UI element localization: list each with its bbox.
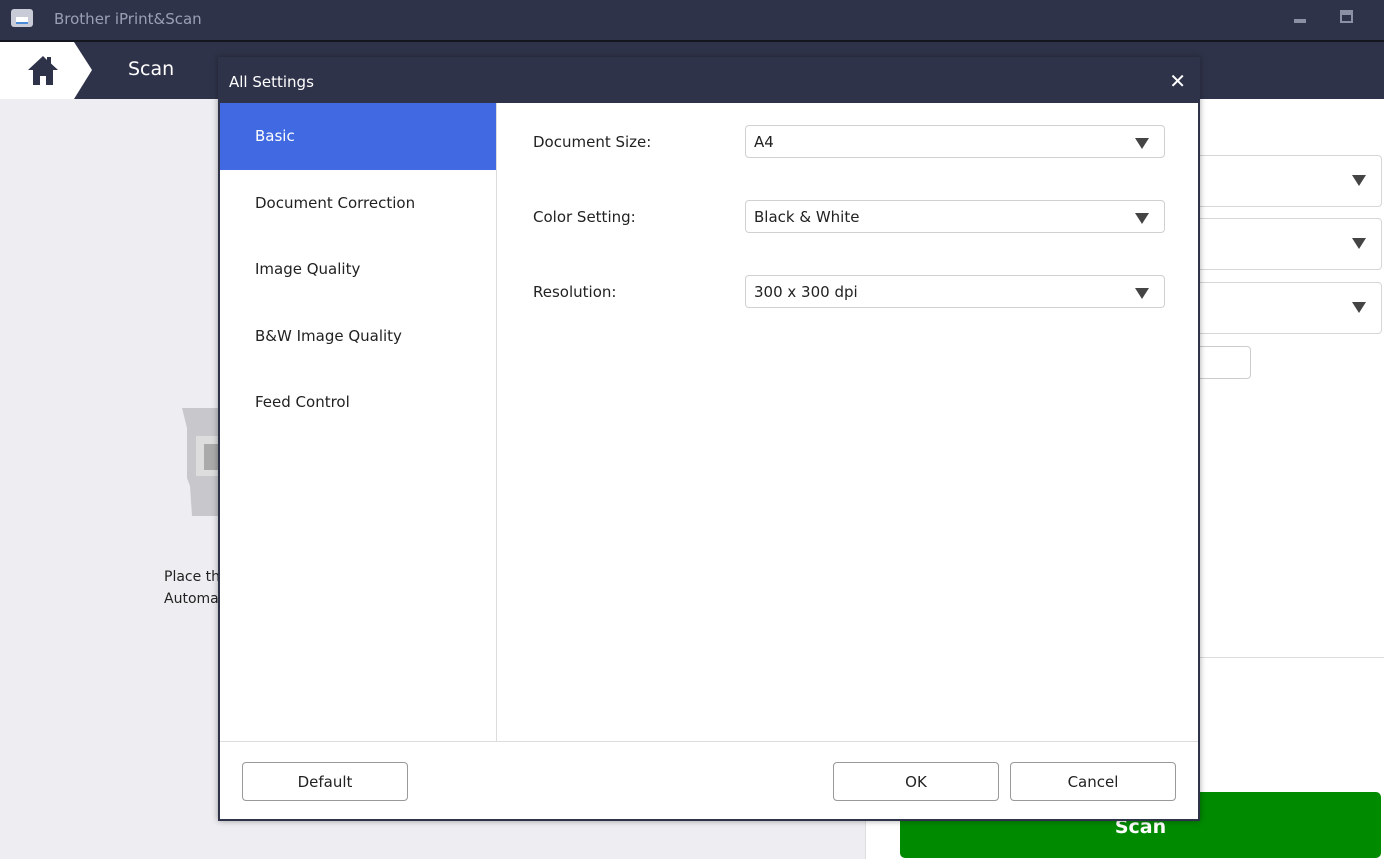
nav-item-basic[interactable]: Basic [220,103,496,170]
chevron-down-icon [1135,213,1149,224]
nav-item-feed-control[interactable]: Feed Control [220,369,496,436]
dialog-title: All Settings [220,59,1198,103]
color-setting-label: Color Setting: [533,208,636,226]
resolution-select[interactable]: 300 x 300 dpi [745,275,1165,308]
section-title: Scan [128,58,175,80]
home-icon [28,56,58,85]
document-size-select[interactable]: A4 [745,125,1165,158]
cancel-button[interactable]: Cancel [1010,762,1176,801]
home-button[interactable] [0,42,92,99]
settings-nav: Basic Document Correction Image Quality … [220,103,497,741]
chevron-down-icon [1352,238,1366,249]
title-bar: Brother iPrint&Scan [0,0,1384,40]
nav-item-document-correction[interactable]: Document Correction [220,170,496,237]
color-setting-select[interactable]: Black & White [745,200,1165,233]
all-settings-dialog: All Settings ✕ Basic Document Correction… [218,57,1200,821]
instruction-line: Place the [164,569,224,585]
nav-item-image-quality[interactable]: Image Quality [220,236,496,303]
instruction-text: Place the Automatic [164,566,224,610]
resolution-label: Resolution: [533,283,617,301]
chevron-down-icon [1135,138,1149,149]
chevron-down-icon [1352,302,1366,313]
dialog-footer: Default OK Cancel [220,741,1198,819]
close-icon[interactable]: ✕ [1169,69,1186,93]
select-value: A4 [754,133,774,151]
select-value: Black & White [754,208,860,226]
document-size-label: Document Size: [533,133,652,151]
maximize-button[interactable] [1340,10,1353,23]
nav-item-bw-image-quality[interactable]: B&W Image Quality [220,303,496,370]
default-button[interactable]: Default [242,762,408,801]
ok-button[interactable]: OK [833,762,999,801]
instruction-line: Automatic [164,591,224,607]
settings-content: Document Size: A4 Color Setting: Black &… [498,103,1200,741]
minimize-button[interactable] [1292,8,1308,24]
app-title: Brother iPrint&Scan [54,10,202,28]
select-value: 300 x 300 dpi [754,283,858,301]
chevron-down-icon [1352,175,1366,186]
chevron-down-icon [1135,288,1149,299]
app-scanner-icon [11,9,33,27]
scanner-illustration [182,408,222,516]
